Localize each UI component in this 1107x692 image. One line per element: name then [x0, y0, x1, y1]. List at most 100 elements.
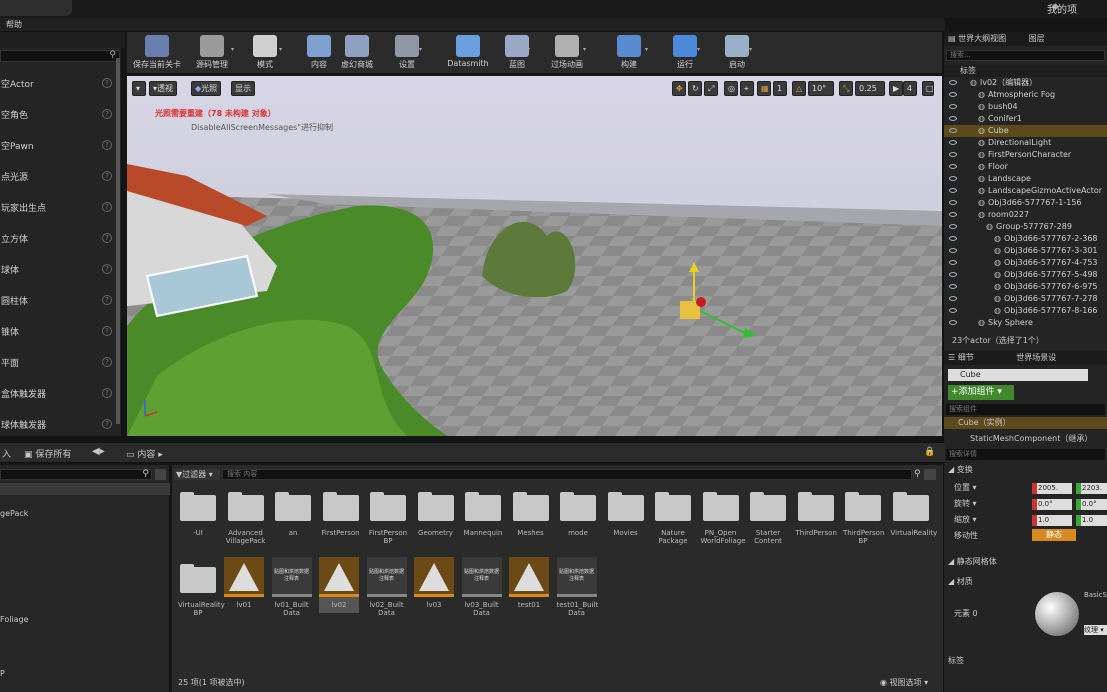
eye-icon[interactable] [949, 296, 957, 301]
toolbar-button[interactable]: 设置 ▾ [389, 32, 425, 74]
outliner-row[interactable]: ◍ DirectionalLight [944, 137, 1107, 149]
layer-num[interactable]: 1 [773, 81, 787, 96]
viewport-options-button[interactable]: ▾ [132, 81, 146, 96]
eye-icon[interactable] [949, 116, 957, 121]
toolbar-button[interactable]: 内容 [303, 32, 335, 74]
scale-snap-icon[interactable]: ⤡ [839, 81, 853, 96]
chevron-down-icon[interactable]: ▾ [583, 46, 586, 53]
component-row[interactable]: StaticMeshComponent（继承） [944, 432, 1107, 446]
menu-help[interactable]: 帮助 [6, 19, 22, 30]
outliner-row[interactable]: ◍ Obj3d66-577767-2-368 [944, 233, 1107, 245]
help-icon[interactable]: ? [102, 109, 112, 119]
asset-item[interactable]: test01 [509, 557, 549, 609]
level-tab[interactable] [0, 0, 72, 16]
toolbar-button[interactable]: 虚幻商城 [337, 32, 377, 74]
outliner-search-input[interactable]: 搜索... [946, 50, 1105, 61]
outliner-row[interactable]: ◍ Floor [944, 161, 1107, 173]
rotate-icon[interactable]: ↻ [688, 81, 702, 96]
camera-speed-value[interactable]: 4 [903, 81, 917, 96]
perspective-button[interactable]: ▾透视 [149, 81, 178, 96]
folder-item[interactable]: Starter Content [748, 492, 788, 545]
asset-item[interactable]: lv03 [414, 557, 454, 609]
outliner-row[interactable]: ◍ Obj3d66-577767-7-278 [944, 293, 1107, 305]
tree-item-3[interactable]: P [0, 669, 5, 678]
folder-item[interactable]: Movies [606, 492, 646, 537]
place-item[interactable]: 玩家出生点? [0, 192, 122, 223]
world-icon[interactable]: ◎ [724, 81, 738, 96]
tree-item-2[interactable]: Foliage [0, 615, 29, 624]
rotation-snap-icon[interactable]: △ [792, 81, 806, 96]
save-all-button[interactable]: ▣ 保存所有 [24, 447, 71, 460]
rotation-x-field[interactable]: 0.0° [1032, 499, 1072, 510]
source-toggle-icon[interactable] [924, 469, 936, 480]
folder-item[interactable]: ThirdPerson [796, 492, 837, 537]
maximize-icon[interactable]: □ [922, 81, 934, 96]
eye-icon[interactable] [949, 272, 957, 277]
eye-icon[interactable] [949, 128, 957, 133]
asset-item[interactable]: 贴图和烘焙数据注释表 test01_Built Data [556, 557, 598, 617]
eye-icon[interactable] [949, 260, 957, 265]
eye-icon[interactable] [949, 200, 957, 205]
help-icon[interactable]: ? [102, 78, 112, 88]
tags-header[interactable]: 标签 [944, 655, 1107, 665]
tab-world-settings[interactable]: 世界场景设 [1016, 353, 1056, 362]
material-thumbnail[interactable] [1034, 591, 1080, 637]
help-icon[interactable]: ? [102, 264, 112, 274]
actor-name-input[interactable]: Cube [948, 369, 1088, 381]
outliner-row[interactable]: ◍ Group-577767-289 [944, 221, 1107, 233]
eye-icon[interactable] [949, 224, 957, 229]
help-icon[interactable]: ? [102, 295, 112, 305]
place-item[interactable]: 平面? [0, 347, 122, 378]
tree-item-1[interactable]: gePack [0, 509, 28, 518]
import-button[interactable]: 入 [2, 447, 11, 460]
view-options-button[interactable]: ◉ 视图选项 ▾ [880, 677, 928, 688]
chevron-down-icon[interactable]: ▾ [749, 46, 752, 53]
tab-layers[interactable]: 图层 [1029, 34, 1045, 43]
toolbar-button[interactable]: 模式 ▾ [245, 32, 285, 74]
rotation-snap-value[interactable]: 10° [808, 81, 834, 96]
folder-item[interactable]: Advanced VillagePack [226, 492, 266, 545]
folder-item[interactable]: VirtualReality BP [178, 564, 225, 617]
eye-icon[interactable] [949, 284, 957, 289]
eye-icon[interactable] [949, 188, 957, 193]
eye-icon[interactable] [949, 320, 957, 325]
help-icon[interactable]: ? [102, 233, 112, 243]
folder-item[interactable]: FirstPerson BP [368, 492, 408, 545]
outliner-row[interactable]: ◍ Cube [944, 125, 1107, 137]
eye-icon[interactable] [949, 104, 957, 109]
folder-item[interactable]: mode [558, 492, 598, 537]
outliner-row[interactable]: ◍ FirstPersonCharacter [944, 149, 1107, 161]
add-component-button[interactable]: +添加组件 ▾ [948, 385, 1014, 400]
toolbar-button[interactable]: 保存当前关卡 [131, 32, 183, 74]
material-name[interactable]: BasicS [1084, 591, 1107, 601]
camera-speed-icon[interactable]: ▶ [889, 81, 903, 96]
outliner-label-header[interactable]: 标签 [944, 65, 1107, 77]
folder-item[interactable]: Mannequin [463, 492, 503, 537]
tab-details[interactable]: 细节 [958, 353, 974, 362]
outliner-row[interactable]: ◍ Sky Sphere [944, 317, 1107, 329]
outliner-row[interactable]: ◍ Obj3d66-577767-4-753 [944, 257, 1107, 269]
place-scrollbar[interactable] [116, 58, 120, 424]
help-icon[interactable]: ? [102, 171, 112, 181]
texture-dropdown[interactable]: 纹理 ▾ [1084, 625, 1107, 635]
chevron-down-icon[interactable]: ▾ [697, 46, 700, 53]
outliner-row[interactable]: ◍ lv02（编辑器） [944, 77, 1107, 89]
folder-item[interactable]: Meshes [511, 492, 551, 537]
outliner-row[interactable]: ◍ Obj3d66-577767-6-975 [944, 281, 1107, 293]
toolbar-button[interactable]: 蓝图 ▾ [501, 32, 533, 74]
tree-search-input[interactable]: ⚲ [0, 469, 152, 480]
outliner-row[interactable]: ◍ Landscape [944, 173, 1107, 185]
rotation-y-field[interactable]: 0.0° [1076, 499, 1107, 510]
asset-item[interactable]: lv02 [319, 557, 359, 613]
location-x-field[interactable]: 2005. [1032, 483, 1072, 494]
eye-icon[interactable] [949, 176, 957, 181]
outliner-row[interactable]: ◍ Obj3d66-577767-5-498 [944, 269, 1107, 281]
outliner-row[interactable]: ◍ Obj3d66-577767-1-156 [944, 197, 1107, 209]
back-arrow-icon[interactable]: ◀▸ [92, 446, 105, 457]
outliner-row[interactable]: ◍ bush04 [944, 101, 1107, 113]
grid-snap-icon[interactable]: ▦ [757, 81, 771, 96]
toolbar-button[interactable]: 启动 ▾ [719, 32, 755, 74]
asset-item[interactable]: 贴图和烘焙数据注释表 lv03_Built Data [461, 557, 502, 617]
chevron-down-icon[interactable]: ▾ [645, 46, 648, 53]
eye-icon[interactable] [949, 248, 957, 253]
